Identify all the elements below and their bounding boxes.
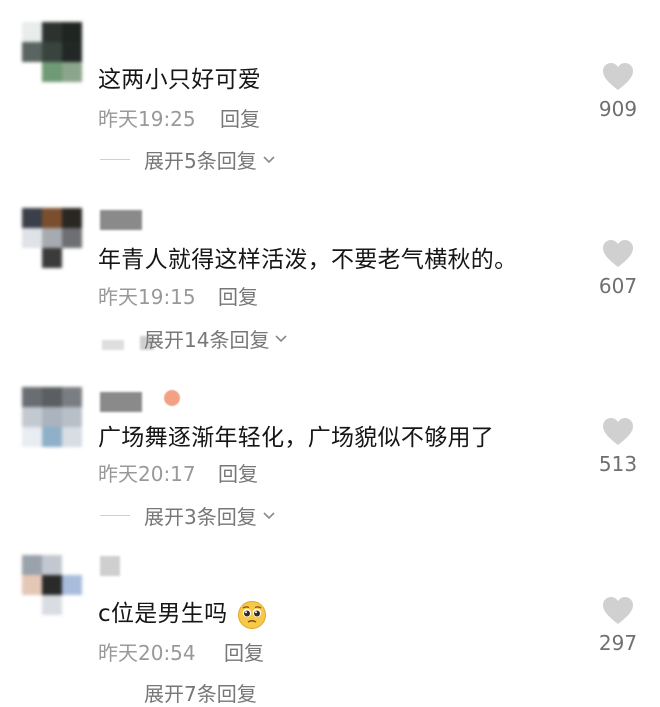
username[interactable] xyxy=(100,392,142,412)
expand-replies-button[interactable]: 展开3条回复 xyxy=(100,503,277,529)
comment-text-content: c位是男生吗 xyxy=(98,601,228,627)
avatar[interactable] xyxy=(22,22,82,82)
like-button[interactable]: 297 xyxy=(590,596,646,655)
reply-button[interactable]: 回复 xyxy=(218,281,258,310)
chevron-down-icon xyxy=(263,156,275,164)
avatar[interactable] xyxy=(22,387,82,447)
heart-icon xyxy=(603,418,633,445)
like-count: 297 xyxy=(598,631,638,655)
heart-icon xyxy=(603,597,633,624)
like-count: 607 xyxy=(598,274,638,298)
like-count: 513 xyxy=(598,452,638,476)
expand-replies-button[interactable]: 展开7条回复 xyxy=(100,680,257,706)
comment-time: 昨天19:15 xyxy=(98,285,196,309)
reply-button[interactable]: 回复 xyxy=(218,458,258,487)
chevron-down-icon xyxy=(263,512,275,520)
reply-button[interactable]: 回复 xyxy=(220,103,260,132)
chevron-down-icon xyxy=(275,335,288,343)
username-badge xyxy=(164,390,180,406)
like-count: 909 xyxy=(598,97,638,121)
like-button[interactable]: 607 xyxy=(590,239,646,298)
like-button[interactable]: 909 xyxy=(590,62,646,121)
comment-time: 昨天19:25 xyxy=(98,107,196,131)
divider xyxy=(100,158,130,160)
pleading-face-emoji xyxy=(238,600,267,629)
username[interactable] xyxy=(100,556,120,576)
reply-button[interactable]: 回复 xyxy=(224,637,264,666)
heart-icon xyxy=(603,63,633,90)
avatar[interactable] xyxy=(22,208,82,268)
expand-replies-label: 展开3条回复 xyxy=(144,504,257,529)
comment-text: c位是男生吗 xyxy=(98,594,267,630)
expand-replies-label: 展开5条回复 xyxy=(144,148,257,173)
like-button[interactable]: 513 xyxy=(590,417,646,476)
expand-replies-label: 展开14条回复 xyxy=(144,327,270,352)
heart-icon xyxy=(603,240,633,267)
avatar[interactable] xyxy=(22,555,82,615)
comment-text: 广场舞逐渐年轻化，广场貌似不够用了 xyxy=(98,425,495,451)
comment-text: 年青人就得这样活泼，不要老气横秋的。 xyxy=(98,247,518,273)
comment-time: 昨天20:54 xyxy=(98,641,196,665)
comment-text: 这两小只好可爱 xyxy=(98,67,262,93)
expand-replies-button[interactable]: 展开14条回复 xyxy=(100,326,289,352)
comment-time: 昨天20:17 xyxy=(98,462,196,486)
expand-replies-label: 展开7条回复 xyxy=(144,681,257,706)
expand-replies-button[interactable]: 展开5条回复 xyxy=(100,147,277,173)
username[interactable] xyxy=(100,210,142,230)
divider xyxy=(100,514,130,516)
